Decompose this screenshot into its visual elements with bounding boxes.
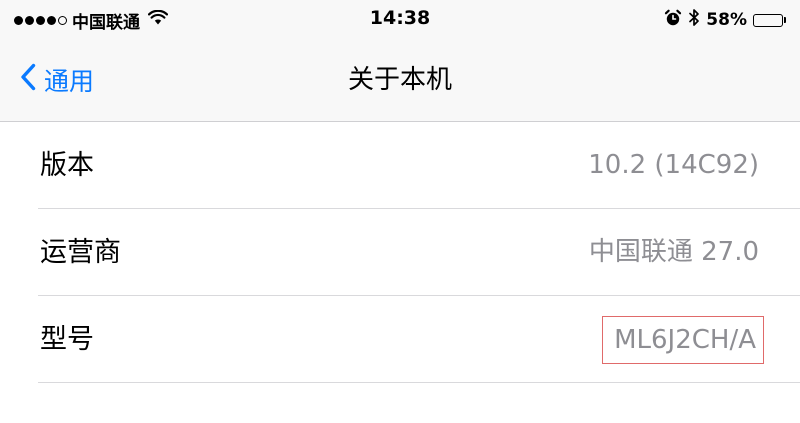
battery-icon (753, 13, 786, 27)
status-right: 58% (664, 8, 786, 32)
row-value: 10.2 (14C92) (588, 150, 759, 180)
list-continuation (0, 383, 800, 423)
battery-percent: 58% (706, 10, 747, 30)
row-carrier[interactable]: 运营商 中国联通 27.0 (0, 209, 800, 296)
alarm-icon (664, 9, 682, 32)
row-label: 型号 (40, 324, 94, 355)
about-settings-list: 版本 10.2 (14C92) 运营商 中国联通 27.0 型号 ML6J2CH… (0, 122, 800, 423)
page-title: 关于本机 (347, 65, 452, 95)
row-label: 运营商 (40, 237, 121, 268)
model-number-highlighted: ML6J2CH/A (602, 316, 764, 364)
bluetooth-icon (688, 8, 700, 32)
row-version[interactable]: 版本 10.2 (14C92) (0, 122, 800, 209)
row-value: 中国联通 27.0 (588, 237, 759, 267)
navigation-bar: 通用 关于本机 (0, 40, 800, 122)
row-model[interactable]: 型号 ML6J2CH/A (0, 296, 800, 383)
row-label: 版本 (40, 150, 94, 181)
status-bar: 中国联通 14:38 58% (0, 0, 800, 40)
